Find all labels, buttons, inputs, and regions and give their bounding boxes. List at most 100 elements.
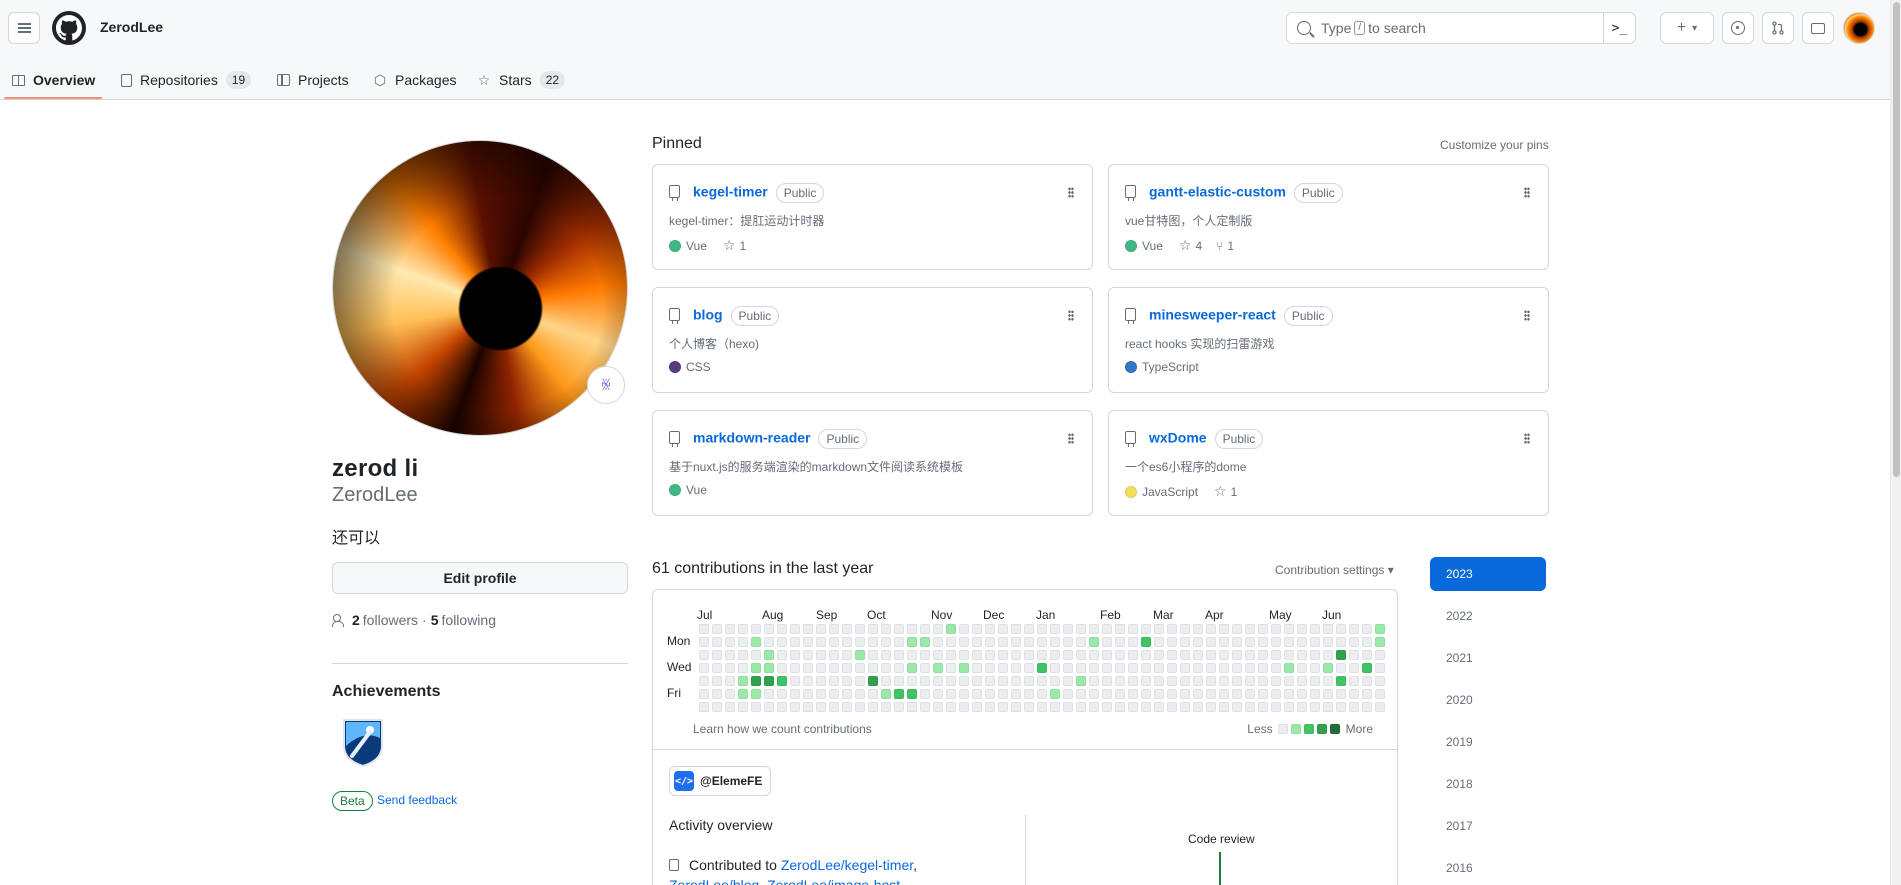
repo-link[interactable]: ZerodLee/kegel-timer xyxy=(781,857,913,873)
contribution-day-cell[interactable] xyxy=(803,650,813,660)
contribution-day-cell[interactable] xyxy=(816,624,826,634)
contribution-day-cell[interactable] xyxy=(1310,702,1320,712)
contribution-day-cell[interactable] xyxy=(764,624,774,634)
contribution-day-cell[interactable] xyxy=(855,637,865,647)
contribution-day-cell[interactable] xyxy=(699,624,709,634)
contribution-day-cell[interactable] xyxy=(1258,676,1268,686)
contribution-day-cell[interactable] xyxy=(946,637,956,647)
contribution-day-cell[interactable] xyxy=(946,702,956,712)
contribution-day-cell[interactable] xyxy=(1141,702,1151,712)
contribution-day-cell[interactable] xyxy=(1141,676,1151,686)
contribution-day-cell[interactable] xyxy=(1063,689,1073,699)
contribution-day-cell[interactable] xyxy=(751,650,761,660)
contribution-day-cell[interactable] xyxy=(959,663,969,673)
contribution-day-cell[interactable] xyxy=(972,663,982,673)
contribution-day-cell[interactable] xyxy=(1128,663,1138,673)
contribution-day-cell[interactable] xyxy=(1102,676,1112,686)
contribution-day-cell[interactable] xyxy=(1375,624,1385,634)
contribution-day-cell[interactable] xyxy=(933,650,943,660)
repo-name-link[interactable]: kegel-timer xyxy=(693,184,768,200)
contribution-day-cell[interactable] xyxy=(998,663,1008,673)
contribution-day-cell[interactable] xyxy=(1024,663,1034,673)
contribution-day-cell[interactable] xyxy=(1206,637,1216,647)
contribution-day-cell[interactable] xyxy=(790,676,800,686)
contribution-day-cell[interactable] xyxy=(959,676,969,686)
contribution-day-cell[interactable] xyxy=(764,663,774,673)
contribution-day-cell[interactable] xyxy=(855,650,865,660)
contribution-day-cell[interactable] xyxy=(842,624,852,634)
contribution-day-cell[interactable] xyxy=(1089,637,1099,647)
tab-stars[interactable]: ☆ Stars 22 xyxy=(477,60,566,100)
contribution-day-cell[interactable] xyxy=(1362,624,1372,634)
repo-stars[interactable]: 1 xyxy=(739,239,746,253)
achievements-title[interactable]: Achievements xyxy=(332,683,441,701)
contribution-day-cell[interactable] xyxy=(1271,637,1281,647)
contribution-day-cell[interactable] xyxy=(1115,663,1125,673)
contribution-day-cell[interactable] xyxy=(1258,624,1268,634)
contribution-day-cell[interactable] xyxy=(1284,676,1294,686)
contribution-day-cell[interactable] xyxy=(699,637,709,647)
contribution-day-cell[interactable] xyxy=(1336,676,1346,686)
contribution-day-cell[interactable] xyxy=(972,676,982,686)
contribution-day-cell[interactable] xyxy=(1336,702,1346,712)
contribution-day-cell[interactable] xyxy=(764,676,774,686)
contribution-day-cell[interactable] xyxy=(1232,624,1242,634)
contribution-day-cell[interactable] xyxy=(985,637,995,647)
contribution-day-cell[interactable] xyxy=(842,676,852,686)
contribution-day-cell[interactable] xyxy=(1219,624,1229,634)
contribution-day-cell[interactable] xyxy=(790,650,800,660)
contribution-day-cell[interactable] xyxy=(1128,676,1138,686)
contribution-day-cell[interactable] xyxy=(1141,650,1151,660)
contribution-day-cell[interactable] xyxy=(1310,624,1320,634)
contribution-day-cell[interactable] xyxy=(946,624,956,634)
contribution-day-cell[interactable] xyxy=(751,624,761,634)
contribution-day-cell[interactable] xyxy=(1115,624,1125,634)
contribution-day-cell[interactable] xyxy=(881,676,891,686)
contribution-day-cell[interactable] xyxy=(1232,676,1242,686)
github-logo-icon[interactable] xyxy=(52,11,86,45)
contribution-day-cell[interactable] xyxy=(1193,689,1203,699)
contribution-day-cell[interactable] xyxy=(1050,702,1060,712)
contribution-day-cell[interactable] xyxy=(1297,650,1307,660)
contribution-day-cell[interactable] xyxy=(1063,663,1073,673)
contribution-day-cell[interactable] xyxy=(764,637,774,647)
contribution-day-cell[interactable] xyxy=(1024,650,1034,660)
contribution-day-cell[interactable] xyxy=(699,650,709,660)
contribution-day-cell[interactable] xyxy=(1297,676,1307,686)
contribution-day-cell[interactable] xyxy=(1258,663,1268,673)
contribution-day-cell[interactable] xyxy=(1180,650,1190,660)
contribution-day-cell[interactable] xyxy=(725,702,735,712)
contribution-day-cell[interactable] xyxy=(1375,650,1385,660)
contribution-day-cell[interactable] xyxy=(1258,650,1268,660)
contribution-day-cell[interactable] xyxy=(1297,663,1307,673)
contribution-day-cell[interactable] xyxy=(1323,689,1333,699)
contribution-day-cell[interactable] xyxy=(1375,663,1385,673)
contribution-day-cell[interactable] xyxy=(946,650,956,660)
contribution-day-cell[interactable] xyxy=(725,689,735,699)
contribution-day-cell[interactable] xyxy=(1297,624,1307,634)
contribution-day-cell[interactable] xyxy=(777,689,787,699)
contribution-day-cell[interactable] xyxy=(855,689,865,699)
contribution-day-cell[interactable] xyxy=(881,650,891,660)
contribution-day-cell[interactable] xyxy=(1089,689,1099,699)
contribution-day-cell[interactable] xyxy=(1154,689,1164,699)
contribution-day-cell[interactable] xyxy=(1323,676,1333,686)
contribution-day-cell[interactable] xyxy=(1349,663,1359,673)
contribution-day-cell[interactable] xyxy=(1102,650,1112,660)
contribution-day-cell[interactable] xyxy=(1037,650,1047,660)
contribution-day-cell[interactable] xyxy=(1245,637,1255,647)
repo-name-link[interactable]: blog xyxy=(693,307,723,323)
contribution-day-cell[interactable] xyxy=(1193,650,1203,660)
contribution-day-cell[interactable] xyxy=(933,624,943,634)
contribution-day-cell[interactable] xyxy=(803,689,813,699)
contribution-day-cell[interactable] xyxy=(1258,689,1268,699)
contribution-day-cell[interactable] xyxy=(1349,689,1359,699)
contribution-day-cell[interactable] xyxy=(1336,624,1346,634)
contribution-day-cell[interactable] xyxy=(972,702,982,712)
contribution-day-cell[interactable] xyxy=(1193,676,1203,686)
search-input[interactable]: Type / to search >_ xyxy=(1286,12,1636,44)
contribution-day-cell[interactable] xyxy=(1063,624,1073,634)
contribution-day-cell[interactable] xyxy=(959,624,969,634)
contribution-day-cell[interactable] xyxy=(1141,663,1151,673)
contribution-day-cell[interactable] xyxy=(1011,663,1021,673)
